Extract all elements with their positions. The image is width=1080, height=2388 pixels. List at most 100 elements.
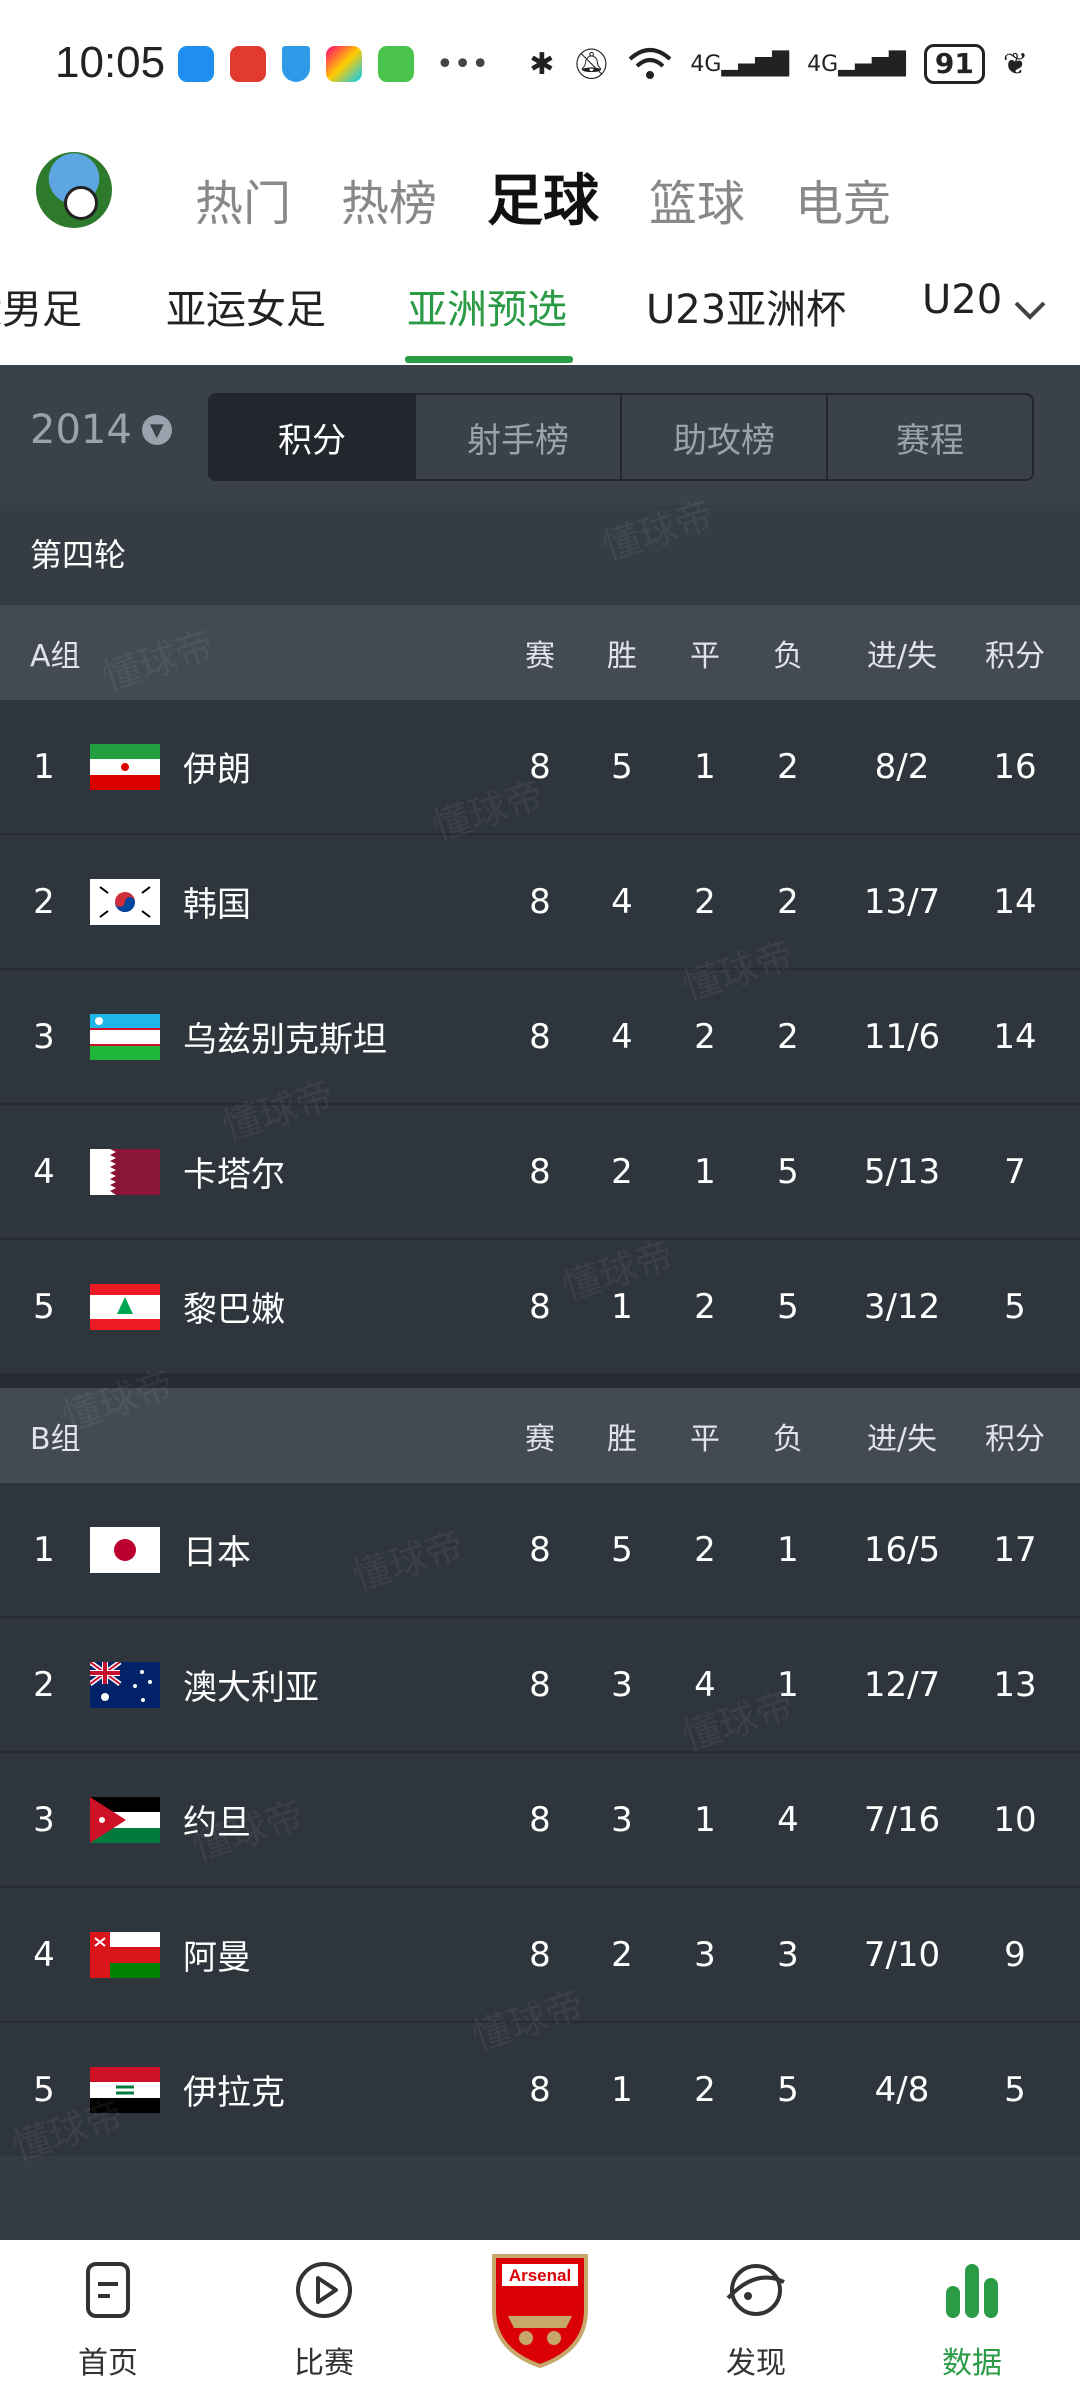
segment-schedule[interactable]: 赛程 <box>826 395 1032 479</box>
team-name: 黎巴嫩 <box>183 1290 285 1330</box>
season-selector[interactable]: 2014 ▼ <box>30 407 172 453</box>
korea-flag-icon <box>90 879 160 925</box>
nav-discover-label: 发现 <box>726 2346 786 2381</box>
tab-hot[interactable]: 热门 <box>195 164 291 234</box>
tab-football[interactable]: 足球 <box>487 156 599 237</box>
table-row[interactable]: 2 韩国 8 4 2 2 13/7 14 <box>0 835 1080 970</box>
nav-matches-label: 比赛 <box>294 2346 354 2381</box>
points: 9 <box>1004 1934 1026 1975</box>
home-icon <box>86 2262 130 2318</box>
points: 13 <box>993 1664 1037 1705</box>
japan-flag-icon <box>90 1527 160 1573</box>
nav-discover[interactable]: 发现 <box>696 2258 816 2382</box>
lost: 5 <box>777 1286 799 1327</box>
table-row[interactable]: 4 卡塔尔 8 2 1 5 5/13 7 <box>0 1105 1080 1240</box>
segment-assists[interactable]: 助攻榜 <box>620 395 826 479</box>
qatar-flag-icon <box>90 1149 160 1195</box>
tab-esports[interactable]: 电竞 <box>795 164 891 234</box>
nav-data[interactable]: 数据 <box>912 2258 1032 2382</box>
played: 8 <box>529 881 551 922</box>
header-lost: 负 <box>773 638 803 674</box>
lost: 1 <box>777 1529 799 1570</box>
won: 5 <box>611 1529 633 1570</box>
nav-matches[interactable]: 比赛 <box>264 2258 384 2382</box>
team-rank: 4 <box>33 1934 55 1975</box>
goals: 16/5 <box>863 1529 941 1570</box>
header-won: 胜 <box>607 1421 637 1457</box>
drawn: 1 <box>694 746 716 787</box>
group-b-table: B组 赛 胜 平 负 进/失 积分 1 日本 8 5 2 1 16/5 17 2… <box>0 1388 1080 2158</box>
team-name: 韩国 <box>183 885 251 925</box>
subtab-u20[interactable]: U20 <box>922 277 1002 323</box>
played: 8 <box>529 1799 551 1840</box>
subtab-asian-games-men[interactable]: 亚运男足 <box>0 277 82 335</box>
points: 5 <box>1004 2069 1026 2110</box>
lebanon-flag-icon <box>90 1284 160 1330</box>
chevron-down-icon[interactable] <box>1010 289 1050 329</box>
subtab-asia-qualifiers[interactable]: 亚洲预选 <box>407 277 567 335</box>
status-right: ✱ 🔕︎ 4G▂▄▆█ 4G▂▄▆█ 91 ❦ <box>529 44 1028 84</box>
arsenal-crest-icon[interactable]: Arsenal <box>488 2250 592 2370</box>
header-goals: 进/失 <box>866 638 938 674</box>
tab-trending[interactable]: 热榜 <box>341 164 437 234</box>
group-a-table: A组 赛 胜 平 负 进/失 积分 1 伊朗 8 5 1 2 8/2 16 2 … <box>0 605 1080 1375</box>
table-row[interactable]: 2 澳大利亚 8 3 4 1 12/7 13 <box>0 1618 1080 1753</box>
lost: 2 <box>777 1016 799 1057</box>
bluetooth-icon: ✱ <box>529 46 555 82</box>
nav-home[interactable]: 首页 <box>48 2258 168 2382</box>
won: 4 <box>611 881 633 922</box>
team-rank: 4 <box>33 1151 55 1192</box>
won: 2 <box>611 1934 633 1975</box>
subtab-u23-asian-cup[interactable]: U23亚洲杯 <box>646 277 846 335</box>
notification-icons: ••• <box>178 46 489 82</box>
mute-icon: 🔕︎ <box>572 46 611 82</box>
team-rank: 3 <box>33 1016 55 1057</box>
app-logo-avatar[interactable] <box>36 152 112 228</box>
discover-icon <box>726 2264 785 2316</box>
status-time: 10:05 <box>55 38 166 87</box>
main-tabs: 热门 热榜 足球 篮球 电竞 <box>195 156 891 237</box>
jordan-flag-icon <box>90 1797 160 1843</box>
points: 17 <box>993 1529 1037 1570</box>
top-navigation: 热门 热榜 足球 篮球 电竞 <box>0 130 1080 255</box>
wifi-icon <box>629 48 672 79</box>
team-name: 伊拉克 <box>183 2073 285 2113</box>
leaf-icon: ❦ <box>1002 46 1028 82</box>
header-points: 积分 <box>985 638 1045 674</box>
header-played: 赛 <box>525 638 555 674</box>
season-year: 2014 <box>30 407 132 453</box>
team-rank: 1 <box>33 1529 55 1570</box>
signal-icon-1: 4G▂▄▆█ <box>690 51 790 77</box>
segment-top-scorers[interactable]: 射手榜 <box>414 395 620 479</box>
lost: 2 <box>777 746 799 787</box>
header-lost: 负 <box>773 1421 803 1457</box>
battery-indicator: 91 <box>923 44 985 84</box>
table-row[interactable]: 3 乌兹别克斯坦 8 4 2 2 11/6 14 <box>0 970 1080 1105</box>
group-label: A组 <box>30 638 81 674</box>
tab-basketball[interactable]: 篮球 <box>649 164 745 234</box>
won: 3 <box>611 1799 633 1840</box>
table-row[interactable]: 5 伊拉克 8 1 2 5 4/8 5 <box>0 2023 1080 2158</box>
won: 2 <box>611 1151 633 1192</box>
crest-text: Arsenal <box>509 2266 571 2285</box>
round-title: 第四轮 <box>0 505 1080 605</box>
header-drawn: 平 <box>690 1421 720 1457</box>
goals: 4/8 <box>874 2069 930 2110</box>
drawn: 3 <box>694 1934 716 1975</box>
segment-standings[interactable]: 积分 <box>210 395 414 479</box>
table-row[interactable]: 1 日本 8 5 2 1 16/5 17 <box>0 1483 1080 1618</box>
oman-flag-icon <box>90 1932 160 1978</box>
subtab-asian-games-women[interactable]: 亚运女足 <box>166 277 326 335</box>
table-row[interactable]: 3 约旦 8 3 1 4 7/16 10 <box>0 1753 1080 1888</box>
header-points: 积分 <box>985 1421 1045 1457</box>
chevron-down-icon: ▼ <box>141 415 172 445</box>
drawn: 2 <box>694 2069 716 2110</box>
lost: 3 <box>777 1934 799 1975</box>
team-name: 阿曼 <box>183 1938 251 1978</box>
message-app-icon <box>178 46 214 82</box>
played: 8 <box>529 1151 551 1192</box>
australia-flag-icon <box>90 1662 160 1708</box>
header-drawn: 平 <box>690 638 720 674</box>
played: 8 <box>529 1529 551 1570</box>
data-bars-icon <box>946 2264 998 2318</box>
